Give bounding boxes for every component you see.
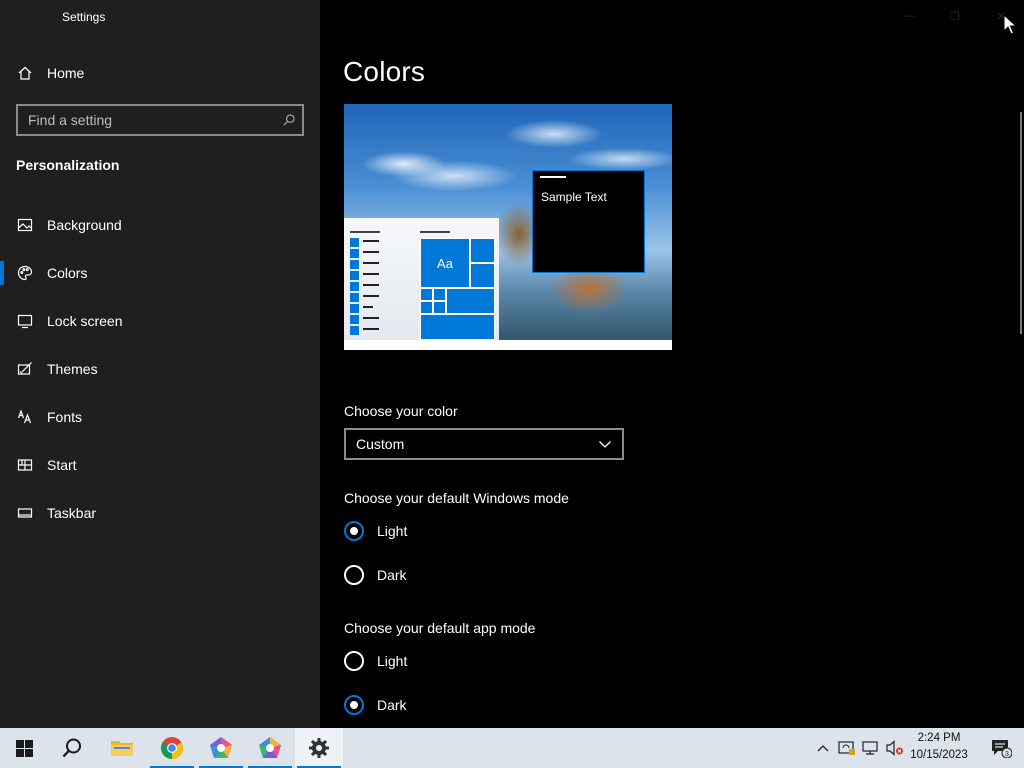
sidebar-item-label: Fonts (47, 409, 83, 425)
preview-sample-text: Sample Text (541, 190, 607, 204)
close-button[interactable]: ✕ (978, 0, 1024, 32)
radio-button[interactable] (344, 521, 364, 541)
radio-button[interactable] (344, 651, 364, 671)
pentagon-app-icon (210, 737, 232, 758)
radio-label: Dark (377, 697, 407, 713)
network-icon[interactable] (861, 738, 881, 758)
page-title: Colors (343, 56, 426, 87)
clock-date: 10/15/2023 (910, 749, 968, 761)
app-button-2[interactable] (246, 728, 294, 768)
color-dropdown[interactable]: Custom (344, 428, 624, 460)
home-label: Home (47, 65, 85, 81)
sidebar-item-label: Taskbar (47, 505, 97, 521)
search-input[interactable] (18, 106, 276, 134)
app-mode-dark-radio[interactable]: Dark (344, 694, 407, 716)
sidebar-item-background[interactable]: Background (0, 201, 320, 249)
windows-mode-light-radio[interactable]: Light (344, 520, 407, 542)
preview-tile: Aa (420, 238, 470, 288)
choose-color-label: Choose your color (344, 403, 458, 419)
palette-icon (16, 264, 34, 282)
notification-icon: 3 (992, 740, 1012, 758)
search-box[interactable] (16, 104, 304, 136)
sidebar-item-label: Background (47, 217, 122, 233)
windows-taskbar: 2:24 PM 10/15/2023 3 (0, 728, 1024, 768)
radio-label: Dark (377, 567, 407, 583)
taskbar-icon (16, 504, 34, 522)
preview-start-menu: Aa (344, 218, 499, 340)
app-mode-label: Choose your default app mode (344, 620, 536, 636)
preview-dark-window: Sample Text (532, 170, 645, 273)
maximize-button[interactable]: ❐ (932, 0, 978, 32)
chevron-down-icon (599, 441, 611, 448)
chrome-icon (161, 737, 183, 759)
taskbar-search-button[interactable] (48, 728, 96, 768)
section-title: Personalization (16, 157, 120, 173)
main-content: — ❐ ✕ Colors Aa Sample Text Choose your … (320, 0, 1024, 728)
show-hidden-icons-chevron-up-icon[interactable] (813, 738, 833, 758)
nav-list: Background Colors Lock screen Themes Fon… (0, 201, 320, 537)
picture-icon (16, 216, 34, 234)
radio-button[interactable] (344, 565, 364, 585)
themes-brush-icon (16, 360, 34, 378)
settings-sidebar: Settings Home Personalization Background… (0, 0, 320, 728)
sidebar-item-colors[interactable]: Colors (0, 249, 320, 297)
lock-screen-icon (16, 312, 34, 330)
sidebar-item-label: Themes (47, 361, 98, 377)
radio-button[interactable] (344, 695, 364, 715)
windows-logo-icon (15, 739, 33, 757)
windows-mode-label: Choose your default Windows mode (344, 490, 569, 506)
home-nav-item[interactable]: Home (16, 58, 84, 88)
start-button[interactable] (0, 728, 48, 768)
radio-label: Light (377, 653, 408, 669)
search-icon (62, 738, 81, 758)
app-mode-light-radio[interactable]: Light (344, 650, 407, 672)
sidebar-item-start[interactable]: Start (0, 441, 320, 489)
start-tiles-icon (16, 456, 34, 474)
settings-taskbar-button[interactable] (295, 728, 343, 768)
sidebar-item-label: Lock screen (47, 313, 123, 329)
home-icon (16, 64, 34, 82)
search-icon[interactable] (276, 113, 302, 127)
action-center-button[interactable]: 3 (978, 728, 1024, 768)
radio-label: Light (377, 523, 408, 539)
system-clock[interactable]: 2:24 PM 10/15/2023 (904, 730, 974, 766)
file-explorer-button[interactable] (98, 728, 146, 768)
clock-time: 2:24 PM (917, 732, 961, 744)
sidebar-item-label: Start (47, 457, 77, 473)
color-preview: Aa Sample Text (344, 104, 672, 350)
fonts-icon (16, 408, 34, 426)
mouse-cursor-icon (1003, 14, 1017, 35)
volume-muted-icon[interactable] (885, 738, 905, 758)
preview-taskbar (344, 340, 672, 350)
folder-icon (111, 741, 133, 756)
chrome-button[interactable] (148, 728, 196, 768)
minimize-button[interactable]: — (886, 0, 932, 32)
sidebar-item-lock-screen[interactable]: Lock screen (0, 297, 320, 345)
app-title: Settings (62, 10, 106, 24)
gear-icon (309, 738, 329, 758)
sidebar-item-taskbar[interactable]: Taskbar (0, 489, 320, 537)
color-dropdown-value: Custom (356, 436, 405, 452)
scrollbar[interactable] (1020, 112, 1022, 334)
windows-mode-dark-radio[interactable]: Dark (344, 564, 407, 586)
pentagon-app-icon (259, 737, 281, 758)
sidebar-item-label: Colors (47, 265, 88, 281)
update-tray-icon[interactable] (837, 738, 857, 758)
sidebar-item-themes[interactable]: Themes (0, 345, 320, 393)
sidebar-item-fonts[interactable]: Fonts (0, 393, 320, 441)
notification-count: 3 (1005, 751, 1009, 758)
app-button-1[interactable] (197, 728, 245, 768)
